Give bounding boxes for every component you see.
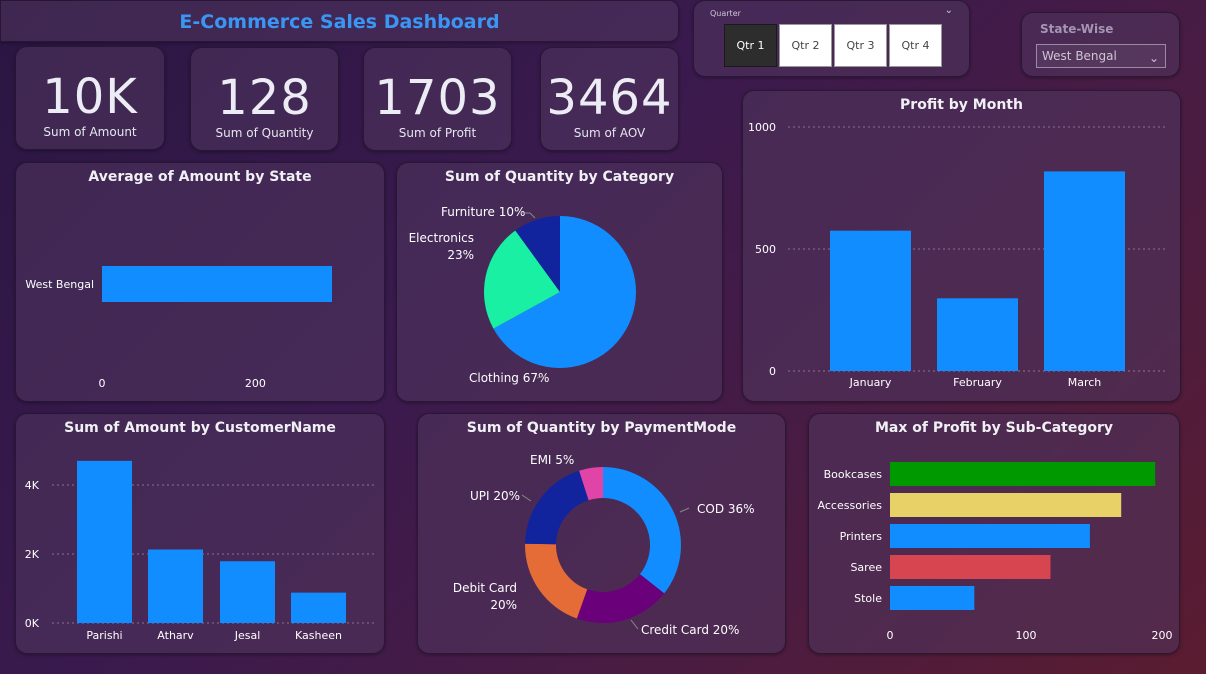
- quarter-button-q2[interactable]: Qtr 2: [779, 24, 832, 67]
- leader-line: [679, 507, 690, 513]
- kpi-label: Sum of Quantity: [215, 126, 314, 140]
- slice-label: Furniture 10%: [441, 205, 525, 219]
- bar: [102, 266, 332, 302]
- bar: [148, 549, 203, 623]
- bar: [830, 230, 911, 371]
- y-tick-label: 0K: [25, 617, 40, 630]
- x-tick-label: February: [953, 376, 1002, 389]
- x-tick-label: 0: [887, 629, 894, 642]
- chart-svg: Clothing 67%Electronics23%Furniture 10%: [409, 205, 636, 385]
- kpi-label: Sum of Profit: [398, 126, 477, 140]
- y-tick-label: 0: [769, 365, 776, 378]
- x-tick-label: 100: [1016, 629, 1037, 642]
- x-tick-label: 200: [245, 377, 266, 390]
- bar: [77, 460, 132, 623]
- bar: [937, 298, 1018, 371]
- bar: [890, 555, 1051, 579]
- kpi-label: Sum of AOV: [573, 126, 646, 140]
- quarter-slicer: Quarter ⌄ Qtr 1 Qtr 2 Qtr 3 Qtr 4: [693, 0, 970, 77]
- chart-svg: West Bengal 0 200: [25, 266, 332, 390]
- kpi-value: 3464: [546, 70, 673, 126]
- chart-amount-customer: Sum of Amount by CustomerName 0K 2K 4K Pari…: [15, 413, 385, 654]
- y-tick-label: 4K: [25, 479, 40, 492]
- quarter-button-q1[interactable]: Qtr 1: [724, 24, 777, 67]
- slice-label: Credit Card 20%: [641, 623, 739, 637]
- chart-qty-category: Sum of Quantity by Category Clothing 67%…: [396, 162, 723, 402]
- slice-label: UPI 20%: [470, 489, 520, 503]
- category-label: Bookcases: [824, 468, 883, 481]
- bar: [1044, 171, 1125, 371]
- quarter-slicer-label: Quarter: [710, 9, 741, 18]
- x-tick-label: Atharv: [157, 629, 194, 642]
- slice-label: EMI 5%: [530, 453, 574, 467]
- chart-avg-amount-state: Average of Amount by State West Bengal 0 2…: [15, 162, 385, 402]
- y-tick-label: 2K: [25, 548, 40, 561]
- kpi-value: 10K: [42, 69, 138, 125]
- x-tick-label: March: [1068, 376, 1102, 389]
- kpi-label: Sum of Amount: [43, 125, 137, 139]
- category-label: Saree: [850, 561, 882, 574]
- kpi-card-aov: 3464 Sum of AOV: [540, 47, 679, 151]
- bar: [890, 586, 975, 610]
- dashboard-title-bar: E-Commerce Sales Dashboard: [0, 0, 679, 42]
- slice-label: COD 36%: [697, 502, 755, 516]
- category-label: West Bengal: [25, 278, 94, 291]
- kpi-card-amount: 10K Sum of Amount: [15, 46, 165, 150]
- chart-svg: COD 36% Credit Card 20% Debit Card 20% UPI 2…: [453, 453, 755, 637]
- state-dropdown-value: West Bengal: [1042, 49, 1117, 63]
- state-slicer: State-Wise West Bengal ⌄: [1021, 12, 1180, 77]
- leader-line: [630, 619, 639, 630]
- kpi-value: 1703: [374, 70, 501, 126]
- bar: [890, 462, 1156, 486]
- state-slicer-label: State-Wise: [1040, 22, 1114, 36]
- chevron-down-icon: ⌄: [1148, 51, 1159, 65]
- chart-svg: 0K 2K 4K Parishi Atharv Jesal Kasheen: [25, 460, 376, 642]
- slice-label: Debit Card: [453, 581, 517, 595]
- category-label: Stole: [854, 592, 882, 605]
- quarter-button-q3[interactable]: Qtr 3: [834, 24, 887, 67]
- chart-max-profit-subcat: Max of Profit by Sub-Category Bookcases A…: [808, 413, 1180, 654]
- donut-slice: [603, 467, 681, 594]
- bar: [291, 592, 346, 623]
- x-tick-label: 0: [99, 377, 106, 390]
- slice-label: Electronics: [409, 231, 474, 245]
- donut-slice: [525, 470, 589, 545]
- x-tick-label: Jesal: [234, 629, 261, 642]
- leader-line: [521, 494, 532, 502]
- bar: [890, 493, 1122, 517]
- y-tick-label: 500: [755, 243, 776, 256]
- category-label: Accessories: [818, 499, 883, 512]
- chevron-down-icon[interactable]: ⌄: [945, 5, 953, 16]
- chart-qty-payment: Sum of Quantity by PaymentMode COD 36% Cr…: [417, 413, 786, 654]
- x-tick-label: Kasheen: [295, 629, 342, 642]
- kpi-value: 128: [217, 70, 312, 126]
- dashboard-title: E-Commerce Sales Dashboard: [179, 11, 500, 33]
- quarter-button-q4[interactable]: Qtr 4: [889, 24, 942, 67]
- x-tick-label: Parishi: [86, 629, 122, 642]
- slice-label: 23%: [447, 248, 474, 262]
- bar: [890, 524, 1090, 548]
- state-dropdown[interactable]: West Bengal ⌄: [1036, 44, 1166, 68]
- category-label: Printers: [840, 530, 883, 543]
- x-tick-label: January: [849, 376, 892, 389]
- slice-label: 20%: [490, 598, 517, 612]
- y-tick-label: 1000: [748, 121, 776, 134]
- chart-svg: 0 500 1000 January February March: [748, 121, 1168, 389]
- bar: [220, 561, 275, 623]
- x-tick-label: 200: [1152, 629, 1173, 642]
- chart-svg: Bookcases Accessories Printers Saree Stole 0 1…: [818, 462, 1173, 642]
- donut-slice: [525, 543, 588, 619]
- kpi-card-quantity: 128 Sum of Quantity: [190, 47, 339, 151]
- chart-profit-month: Profit by Month 0 500 1000 January February M…: [742, 90, 1181, 402]
- kpi-card-profit: 1703 Sum of Profit: [363, 47, 512, 151]
